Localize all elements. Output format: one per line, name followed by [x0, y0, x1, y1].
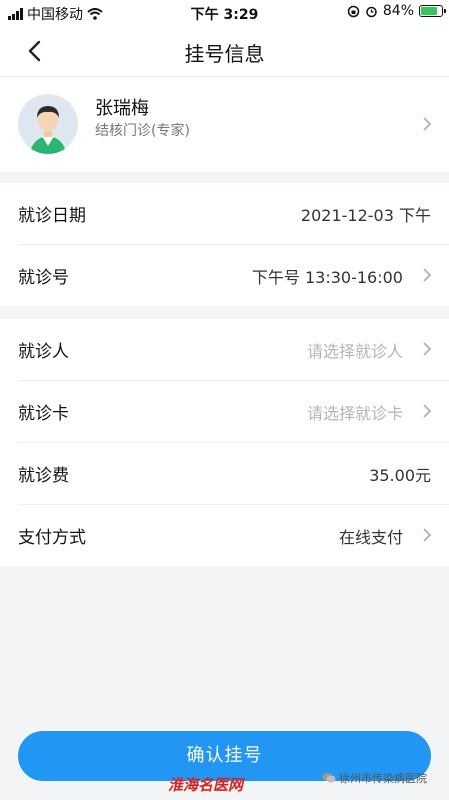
- wechat-icon: [322, 773, 336, 783]
- card-label: 就诊卡: [18, 404, 69, 424]
- visit-date-label: 就诊日期: [18, 206, 86, 226]
- patient-section: 就诊人 请选择就诊人 就诊卡 请选择就诊卡 就诊费 35.00元 支付方式 在线…: [0, 319, 449, 566]
- visit-slot-row[interactable]: 就诊号 下午号 13:30-16:00: [18, 245, 449, 306]
- schedule-section: 就诊日期 2021-12-03 下午 就诊号 下午号 13:30-16:00: [0, 183, 449, 306]
- chevron-right-icon: [423, 404, 432, 418]
- card-row[interactable]: 就诊卡 请选择就诊卡: [18, 381, 449, 443]
- chevron-right-icon: [423, 342, 432, 356]
- watermark-source: 徐州市传染病医院: [339, 772, 427, 785]
- avatar: [18, 94, 78, 154]
- payment-row[interactable]: 支付方式 在线支付: [18, 505, 449, 566]
- doctor-department: 结核门诊(专家): [95, 123, 190, 139]
- visit-slot-label: 就诊号: [18, 268, 69, 288]
- patient-placeholder: 请选择就诊人: [306, 342, 403, 361]
- fee-value: 35.00元: [369, 466, 431, 485]
- fee-row: 就诊费 35.00元: [18, 443, 449, 505]
- battery-icon: [419, 5, 446, 17]
- status-bar: 中国移动 下午 3:29 84%: [0, 0, 449, 26]
- watermark-logo: 徐州市传染病医院: [322, 770, 427, 786]
- lock-rotation-icon: [347, 5, 360, 17]
- payment-value: 在线支付: [338, 528, 403, 547]
- chevron-right-icon: [423, 117, 432, 131]
- visit-date-value: 2021-12-03 下午: [300, 206, 431, 225]
- watermark-text: 淮海名医网: [168, 776, 244, 794]
- doctor-card[interactable]: 张瑞梅 结核门诊(专家): [0, 77, 449, 172]
- fee-label: 就诊费: [18, 466, 69, 486]
- alarm-icon: [366, 6, 377, 17]
- nav-bar: 挂号信息: [0, 26, 449, 77]
- payment-label: 支付方式: [18, 528, 86, 548]
- chevron-right-icon: [423, 528, 432, 542]
- chevron-right-icon: [423, 268, 432, 282]
- page-title: 挂号信息: [184, 42, 265, 66]
- battery-percent: 84%: [382, 3, 414, 19]
- doctor-avatar-icon: [30, 106, 66, 154]
- visit-date-row: 就诊日期 2021-12-03 下午: [18, 183, 449, 245]
- doctor-name: 张瑞梅: [95, 98, 149, 119]
- visit-slot-value: 下午号 13:30-16:00: [251, 268, 403, 287]
- confirm-button-label: 确认挂号: [186, 745, 263, 766]
- patient-row[interactable]: 就诊人 请选择就诊人: [18, 319, 449, 381]
- card-placeholder: 请选择就诊卡: [306, 404, 403, 423]
- patient-label: 就诊人: [18, 342, 69, 362]
